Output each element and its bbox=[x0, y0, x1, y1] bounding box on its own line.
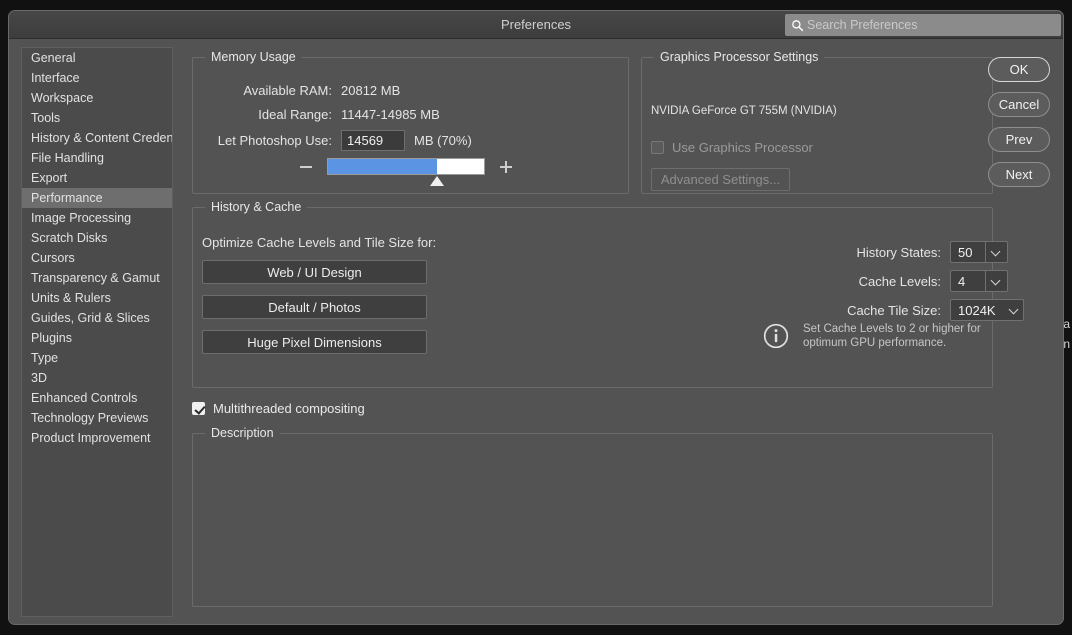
history-states-label: History States: bbox=[856, 244, 941, 260]
graphics-processor-group: Graphics Processor Settings NVIDIA GeFor… bbox=[641, 50, 993, 194]
sidebar-item-general[interactable]: General bbox=[22, 48, 172, 68]
preferences-category-list[interactable]: General Interface Workspace Tools Histor… bbox=[21, 47, 173, 617]
sidebar-item-plugins[interactable]: Plugins bbox=[22, 328, 172, 348]
checkbox-box-unchecked bbox=[651, 141, 664, 154]
sidebar-item-product-improvement[interactable]: Product Improvement bbox=[22, 428, 172, 448]
let-photoshop-use-label: Let Photoshop Use: bbox=[217, 133, 332, 148]
chevron-down-icon[interactable] bbox=[1005, 300, 1023, 320]
graphics-processor-legend: Graphics Processor Settings bbox=[654, 50, 825, 64]
sidebar-item-guides-grid-slices[interactable]: Guides, Grid & Slices bbox=[22, 308, 172, 328]
cache-levels-label: Cache Levels: bbox=[858, 273, 941, 289]
cache-info-text: Set Cache Levels to 2 or higher for opti… bbox=[803, 322, 981, 350]
use-graphics-processor-label: Use Graphics Processor bbox=[672, 140, 813, 155]
cache-info-line-2: optimum GPU performance. bbox=[803, 337, 947, 349]
let-photoshop-use-input[interactable] bbox=[341, 130, 405, 151]
sidebar-item-transparency-gamut[interactable]: Transparency & Gamut bbox=[22, 268, 172, 288]
sidebar-item-file-handling[interactable]: File Handling bbox=[22, 148, 172, 168]
search-preferences-field[interactable]: Search Preferences bbox=[785, 14, 1061, 36]
ok-button[interactable]: OK bbox=[988, 57, 1050, 82]
dialog-titlebar: Preferences Search Preferences bbox=[9, 11, 1063, 39]
preset-web-ui-design-button[interactable]: Web / UI Design bbox=[202, 260, 427, 284]
cache-tile-size-value: 1024K bbox=[958, 302, 996, 318]
optimize-cache-label: Optimize Cache Levels and Tile Size for: bbox=[202, 235, 437, 250]
description-group: Description bbox=[192, 426, 993, 607]
sidebar-item-technology-previews[interactable]: Technology Previews bbox=[22, 408, 172, 428]
search-input-placeholder: Search Preferences bbox=[807, 18, 918, 32]
next-button[interactable]: Next bbox=[988, 162, 1050, 187]
search-icon bbox=[792, 19, 804, 31]
sidebar-item-interface[interactable]: Interface bbox=[22, 68, 172, 88]
cache-tile-size-row: Cache Tile Size: 1024K bbox=[763, 299, 1024, 321]
sidebar-item-type[interactable]: Type bbox=[22, 348, 172, 368]
memory-slider-fill bbox=[328, 159, 438, 174]
sidebar-item-enhanced-controls[interactable]: Enhanced Controls bbox=[22, 388, 172, 408]
info-icon bbox=[763, 323, 789, 349]
available-ram-label: Available RAM: bbox=[243, 83, 332, 98]
history-states-row: History States: 50 bbox=[763, 241, 1008, 263]
sidebar-item-tools[interactable]: Tools bbox=[22, 108, 172, 128]
memory-usage-legend: Memory Usage bbox=[205, 50, 302, 64]
ideal-range-label: Ideal Range: bbox=[258, 107, 332, 122]
cache-levels-value: 4 bbox=[958, 273, 966, 289]
available-ram-row: Available RAM: 20812 MB bbox=[201, 83, 400, 98]
preferences-dialog: Preferences Search Preferences General I… bbox=[8, 10, 1064, 625]
prev-button[interactable]: Prev bbox=[988, 127, 1050, 152]
memory-usage-group: Memory Usage Available RAM: 20812 MB Ide… bbox=[192, 50, 629, 194]
sidebar-item-export[interactable]: Export bbox=[22, 168, 172, 188]
multithreaded-compositing-label: Multithreaded compositing bbox=[213, 401, 365, 416]
history-cache-group: History & Cache Optimize Cache Levels an… bbox=[192, 200, 1024, 388]
ideal-range-row: Ideal Range: 11447-14985 MB bbox=[201, 107, 440, 122]
preset-default-photos-button[interactable]: Default / Photos bbox=[202, 295, 427, 319]
screen: ta un Preferences Search Preferences Gen… bbox=[0, 0, 1072, 635]
sidebar-item-image-processing[interactable]: Image Processing bbox=[22, 208, 172, 228]
let-photoshop-use-suffix: MB (70%) bbox=[414, 133, 472, 148]
checkbox-box-checked bbox=[192, 402, 205, 415]
memory-slider-thumb[interactable] bbox=[430, 176, 445, 186]
sidebar-item-history-credentials[interactable]: History & Content Credentials bbox=[22, 128, 172, 148]
advanced-settings-button[interactable]: Advanced Settings... bbox=[651, 168, 790, 191]
detected-graphics-card: NVIDIA GeForce GT 755M (NVIDIA) bbox=[651, 105, 837, 117]
let-photoshop-use-row: Let Photoshop Use: MB (70%) bbox=[201, 130, 472, 151]
minus-icon[interactable] bbox=[298, 159, 314, 175]
history-states-value: 50 bbox=[958, 244, 973, 260]
plus-icon[interactable] bbox=[498, 159, 514, 175]
cache-levels-select[interactable]: 4 bbox=[950, 270, 1008, 292]
memory-slider[interactable] bbox=[298, 158, 514, 186]
cache-info-note: Set Cache Levels to 2 or higher for opti… bbox=[763, 322, 981, 350]
sidebar-item-scratch-disks[interactable]: Scratch Disks bbox=[22, 228, 172, 248]
preset-huge-pixel-dimensions-button[interactable]: Huge Pixel Dimensions bbox=[202, 330, 427, 354]
cache-tile-size-label: Cache Tile Size: bbox=[847, 302, 941, 318]
ideal-range-value: 11447-14985 MB bbox=[341, 107, 440, 122]
history-cache-legend: History & Cache bbox=[205, 200, 308, 214]
cache-tile-size-select[interactable]: 1024K bbox=[950, 299, 1024, 321]
cancel-button[interactable]: Cancel bbox=[988, 92, 1050, 117]
use-graphics-processor-checkbox[interactable]: Use Graphics Processor bbox=[651, 140, 813, 155]
description-legend: Description bbox=[205, 426, 280, 440]
available-ram-value: 20812 MB bbox=[341, 83, 401, 98]
sidebar-item-workspace[interactable]: Workspace bbox=[22, 88, 172, 108]
chevron-down-icon[interactable] bbox=[985, 271, 1007, 291]
sidebar-item-performance[interactable]: Performance bbox=[22, 188, 172, 208]
cache-levels-row: Cache Levels: 4 bbox=[763, 270, 1008, 292]
sidebar-item-units-rulers[interactable]: Units & Rulers bbox=[22, 288, 172, 308]
cache-info-line-1: Set Cache Levels to 2 or higher for bbox=[803, 323, 981, 335]
memory-slider-track[interactable] bbox=[327, 158, 485, 186]
sidebar-item-cursors[interactable]: Cursors bbox=[22, 248, 172, 268]
sidebar-item-3d[interactable]: 3D bbox=[22, 368, 172, 388]
history-states-select[interactable]: 50 bbox=[950, 241, 1008, 263]
chevron-down-icon[interactable] bbox=[985, 242, 1007, 262]
multithreaded-compositing-checkbox[interactable]: Multithreaded compositing bbox=[192, 401, 365, 416]
